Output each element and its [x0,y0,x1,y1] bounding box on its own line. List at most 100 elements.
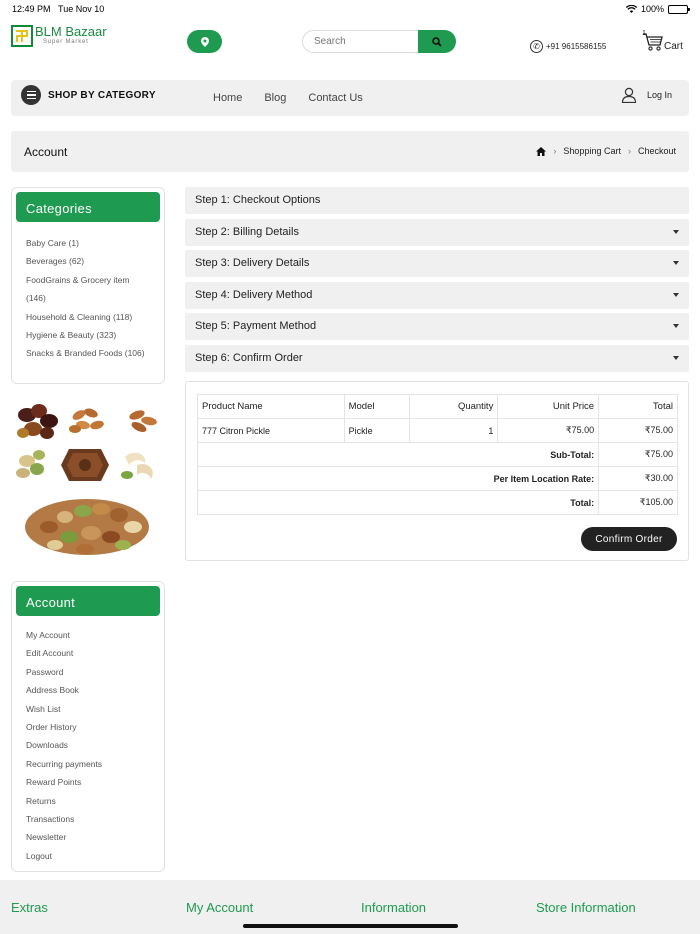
account-link-order-history[interactable]: Order History [26,718,164,736]
account-link-my-account[interactable]: My Account [26,626,164,644]
caret-down-icon [673,324,679,328]
account-link-transactions[interactable]: Transactions [26,810,164,828]
raisins-cluster [17,404,58,439]
step-delivery-method[interactable]: Step 4: Delivery Method [185,281,689,309]
step-billing-details[interactable]: Step 2: Billing Details [185,218,689,246]
map-pin-icon [200,36,209,47]
product-name-link[interactable]: 777 Citron Pickle [197,418,345,443]
step-confirm-order[interactable]: Step 6: Confirm Order [185,344,689,372]
account-link-logout[interactable]: Logout [26,847,164,865]
categories-list: Baby Care (1) Beverages (62) FoodGrains … [12,222,164,369]
account-link-recurring-payments[interactable]: Recurring payments [26,755,164,773]
pistachios [16,450,45,478]
account-link-returns[interactable]: Returns [26,792,164,810]
categories-title: Categories [16,192,160,222]
logo-subtitle: Super Market [43,39,89,45]
caret-down-icon [673,292,679,297]
home-icon[interactable] [536,146,547,156]
page-title: Account [24,145,68,159]
step-label: Step 2: Billing Details [195,225,299,238]
cart-count: 1 [642,30,646,37]
product-model: Pickle [343,418,411,443]
order-table: Product Name Model Quantity Unit Price T… [196,394,678,515]
account-link-wish-list[interactable]: Wish List [26,700,164,718]
product-total: ₹75.00 [598,418,678,443]
phone-contact[interactable]: ✆ +91 9615586155 [530,40,606,53]
step-label: Step 6: Confirm Order [195,351,303,364]
category-item[interactable]: FoodGrains & Grocery item (146) [26,271,146,308]
page-header: Account › Shopping Cart › Checkout [11,131,689,172]
step-label: Step 1: Checkout Options [195,194,321,206]
category-item[interactable]: Baby Care (1) [26,234,164,252]
search-bar [302,30,456,53]
product-unit-price: ₹75.00 [497,418,600,443]
category-item[interactable]: Snacks & Branded Foods (106) [26,344,146,362]
breadcrumb-shopping-cart[interactable]: Shopping Cart [563,146,621,156]
account-link-edit-account[interactable]: Edit Account [26,644,164,662]
account-link-reward-points[interactable]: Reward Points [26,773,164,791]
footer-heading-extras: Extras [11,900,48,915]
col-quantity: Quantity [409,394,499,419]
total-value: ₹105.00 [598,490,678,515]
logo-icon [11,25,33,47]
subtotal-row: Sub-Total: ₹75.00 [196,442,678,467]
search-button[interactable] [418,30,456,53]
step-checkout-options[interactable]: Step 1: Checkout Options [185,187,689,214]
step-delivery-details[interactable]: Step 3: Delivery Details [185,250,689,277]
account-link-password[interactable]: Password [26,663,164,681]
search-input[interactable] [302,30,420,53]
category-item[interactable]: Household & Cleaning (118) [26,308,164,326]
col-product-name: Product Name [197,394,345,419]
battery-percent: 100% [640,4,664,14]
status-right: 100% [625,4,690,14]
checkout-steps: Step 1: Checkout Options Step 2: Billing… [185,187,689,376]
logo-title: BLM Bazaar [35,24,107,39]
account-panel: Account My Account Edit Account Password… [11,581,165,872]
location-button[interactable] [187,30,222,53]
home-indicator[interactable] [243,924,458,928]
almonds-right [129,410,157,432]
breadcrumb-checkout[interactable]: Checkout [638,146,676,156]
account-link-downloads[interactable]: Downloads [26,736,164,754]
almonds-cluster [69,408,104,433]
step-label: Step 5: Payment Method [195,320,317,332]
logo[interactable]: BLM Bazaar Super Market [11,25,107,47]
header: BLM Bazaar Super Market ✆ +91 9615586155… [0,18,700,76]
location-rate-value: ₹30.00 [598,466,678,491]
footer-columns: Extras My Account Information Store Info… [11,900,700,915]
step-payment-method[interactable]: Step 5: Payment Method [185,313,689,340]
product-quantity: 1 [409,418,499,443]
shop-by-category-label: SHOP BY CATEGORY [48,89,156,101]
account-link-address-book[interactable]: Address Book [26,681,164,699]
shop-by-category-button[interactable]: SHOP BY CATEGORY [21,85,156,105]
nav-link-contact[interactable]: Contact Us [308,92,362,104]
step-label: Step 3: Delivery Details [195,257,310,269]
nav-link-home[interactable]: Home [213,92,242,104]
table-header-row: Product Name Model Quantity Unit Price T… [197,394,678,419]
col-total: Total [598,394,678,419]
step-label: Step 4: Delivery Method [195,288,313,301]
confirm-order-button[interactable]: Confirm Order [581,527,677,551]
nav-link-blog[interactable]: Blog [264,92,286,104]
category-item[interactable]: Beverages (62) [26,252,164,270]
total-label: Total: [196,490,600,515]
location-rate-row: Per Item Location Rate: ₹30.00 [196,466,678,491]
account-links: My Account Edit Account Password Address… [12,616,164,871]
caret-down-icon [673,355,679,360]
login-button[interactable]: Log In [621,87,672,103]
table-row: 777 Citron Pickle Pickle 1 ₹75.00 ₹75.00 [197,418,678,443]
breadcrumb-separator-icon: › [553,146,557,156]
dry-fruits-banner-image [16,404,157,555]
wooden-box [61,449,109,481]
footer-heading-information: Information [361,900,427,915]
mixed-nuts [25,499,149,555]
subtotal-value: ₹75.00 [598,442,678,467]
status-time: 12:49 PM Tue Nov 10 [12,4,105,14]
category-item[interactable]: Hygiene & Beauty (323) [26,326,164,344]
account-link-newsletter[interactable]: Newsletter [26,828,164,846]
location-rate-label: Per Item Location Rate: [196,466,600,491]
cart-label: Cart [664,41,683,52]
total-row: Total: ₹105.00 [196,490,678,515]
wifi-icon [625,5,637,13]
cart-button[interactable]: 1 Cart [642,30,683,52]
